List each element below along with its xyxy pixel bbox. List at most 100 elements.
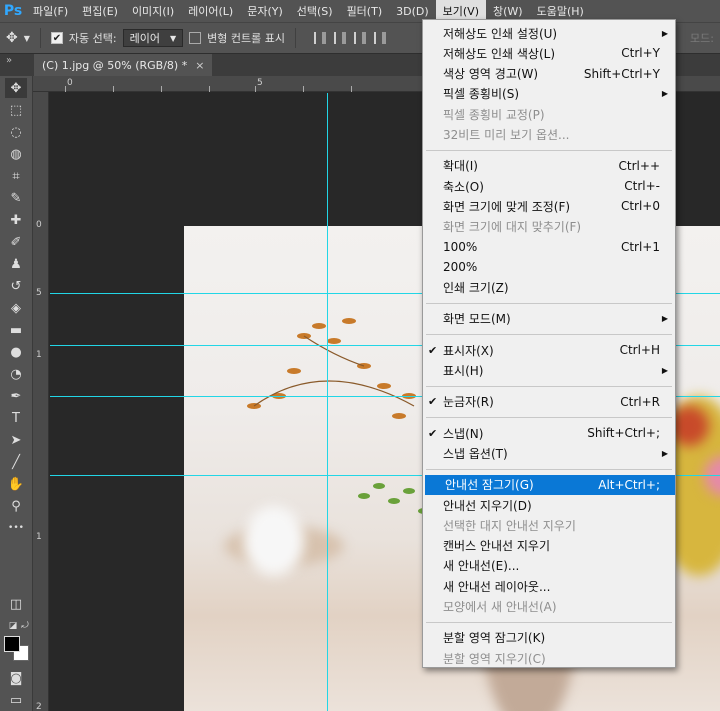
- zoom-icon[interactable]: ⚲: [5, 496, 27, 516]
- menu-item-shortcut: Ctrl+R: [620, 394, 660, 409]
- view-menu-item[interactable]: 새 안내선 레이아웃...: [423, 576, 675, 596]
- menu-separator: [426, 149, 672, 151]
- view-menu-item: 화면 크기에 대지 맞추기(F): [423, 217, 675, 237]
- menu-item-label: 색상 영역 경고(W): [443, 67, 539, 82]
- menu-item-6[interactable]: 필터(T): [340, 0, 390, 22]
- align-bottom-icon[interactable]: [353, 32, 366, 44]
- align-top-icon[interactable]: [313, 32, 326, 44]
- submenu-arrow-icon: ▶: [661, 314, 668, 324]
- screen-mode-icon[interactable]: ▭: [5, 690, 27, 710]
- auto-select-checkbox[interactable]: ✔: [50, 32, 63, 44]
- view-menu-item[interactable]: 안내선 잠그기(G) Alt+Ctrl+;: [425, 474, 675, 495]
- dodge-icon[interactable]: ◔: [5, 364, 27, 384]
- quick-mask-icon[interactable]: ◫: [5, 594, 27, 614]
- ruler-label: 5: [257, 78, 263, 88]
- menu-item-3[interactable]: 레이어(L): [181, 0, 240, 22]
- menu-item-shortcut: Ctrl+H: [619, 343, 660, 358]
- view-menu-item[interactable]: 분할 영역 잠그기(K): [423, 628, 675, 648]
- ruler-label: 0: [36, 220, 42, 230]
- view-menu-item[interactable]: ✔ 표시자(X) Ctrl+H: [423, 340, 675, 360]
- menu-item-label: 32비트 미리 보기 옵션...: [443, 128, 570, 142]
- view-menu-item[interactable]: 화면 모드(M) ▶: [423, 309, 675, 329]
- view-menu-item[interactable]: 픽셀 종횡비(S) ▶: [423, 84, 675, 104]
- align-middle-icon[interactable]: [333, 32, 346, 44]
- view-menu-item[interactable]: 저해상도 인쇄 설정(U) ▶: [423, 23, 675, 43]
- brush-icon[interactable]: ✐: [5, 232, 27, 252]
- menu-item-label: 인쇄 크기(Z): [443, 281, 509, 296]
- chevron-down-icon[interactable]: ▼: [24, 34, 30, 43]
- menu-item-5[interactable]: 선택(S): [290, 0, 340, 22]
- more-icon[interactable]: •••: [5, 518, 27, 538]
- ruler-label: 0: [67, 78, 73, 88]
- menu-item-label: 눈금자(R): [443, 395, 494, 410]
- marquee-icon[interactable]: ⬚: [5, 100, 27, 120]
- close-icon[interactable]: ×: [195, 59, 204, 72]
- menu-item-label: 스냅 옵션(T): [443, 446, 508, 461]
- chevron-down-icon: ▼: [169, 33, 177, 43]
- view-menu-item[interactable]: 축소(O) Ctrl+-: [423, 176, 675, 196]
- eraser-icon[interactable]: ◈: [5, 298, 27, 318]
- view-menu-item[interactable]: 200%: [423, 257, 675, 277]
- crop-icon[interactable]: ⌗: [5, 166, 27, 186]
- menu-item-0[interactable]: 파일(F): [26, 0, 75, 22]
- quick-select-icon[interactable]: ◍: [5, 144, 27, 164]
- view-menu-item[interactable]: 캔버스 안내선 지우기: [423, 536, 675, 556]
- view-menu-item[interactable]: 안내선 지우기(D): [423, 495, 675, 515]
- menu-item-label: 화면 크기에 맞게 조정(F): [443, 199, 571, 214]
- healing-brush-icon[interactable]: ✚: [5, 210, 27, 230]
- document-tab[interactable]: (C) 1.jpg @ 50% (RGB/8) * ×: [34, 54, 213, 76]
- gradient-icon[interactable]: ▬: [5, 320, 27, 340]
- quick-mask-mode-icon[interactable]: ◙: [5, 668, 27, 688]
- menu-item-label: 저해상도 인쇄 색상(L): [443, 46, 555, 61]
- view-menu-item[interactable]: ✔ 눈금자(R) Ctrl+R: [423, 392, 675, 412]
- pen-icon[interactable]: ✒: [5, 386, 27, 406]
- checkmark-icon: ✔: [428, 395, 438, 409]
- checkmark-icon: ✔: [428, 426, 438, 440]
- menu-item-label: 200%: [443, 260, 478, 275]
- view-menu-item[interactable]: 색상 영역 경고(W) Shift+Ctrl+Y: [423, 64, 675, 84]
- transform-controls-label: 변형 컨트롤 표시: [207, 32, 285, 45]
- blur-icon[interactable]: ●: [5, 342, 27, 362]
- history-brush-icon[interactable]: ↺: [5, 276, 27, 296]
- view-menu-item[interactable]: 스냅 옵션(T) ▶: [423, 443, 675, 463]
- view-menu-item[interactable]: 확대(I) Ctrl++: [423, 156, 675, 176]
- move-tool-preset-icon[interactable]: ✥: [6, 30, 18, 46]
- view-menu-item[interactable]: 새 안내선(E)...: [423, 556, 675, 576]
- view-menu-item[interactable]: 인쇄 크기(Z): [423, 278, 675, 298]
- view-menu-item[interactable]: 100% Ctrl+1: [423, 237, 675, 257]
- align-left-icon[interactable]: [373, 32, 386, 44]
- menu-separator: [426, 302, 672, 304]
- vertical-ruler[interactable]: 0 5 1 1 2: [33, 92, 49, 711]
- view-menu-item[interactable]: 표시(H) ▶: [423, 361, 675, 381]
- menu-separator: [426, 334, 672, 336]
- lasso-icon[interactable]: ◌: [5, 122, 27, 142]
- path-select-icon[interactable]: ➤: [5, 430, 27, 450]
- menu-item-4[interactable]: 문자(Y): [240, 0, 290, 22]
- eyedropper-icon[interactable]: ✎: [5, 188, 27, 208]
- menu-item-label: 확대(I): [443, 159, 478, 174]
- view-menu-item[interactable]: 화면 크기에 맞게 조정(F) Ctrl+0: [423, 196, 675, 216]
- view-menu-item[interactable]: 저해상도 인쇄 색상(L) Ctrl+Y: [423, 43, 675, 63]
- foreground-color-swatch[interactable]: [4, 636, 20, 652]
- guide-vertical[interactable]: [327, 93, 328, 711]
- collapse-panel-icon[interactable]: »: [6, 55, 12, 66]
- menu-item-label: 100%: [443, 240, 478, 254]
- menu-item-2[interactable]: 이미지(I): [125, 0, 181, 22]
- photoshop-window: Ps 파일(F) 편집(E) 이미지(I) 레이어(L) 문자(Y) 선택(S) 필터(T)…: [0, 0, 720, 711]
- stamp-icon[interactable]: ♟: [5, 254, 27, 274]
- auto-select-dropdown[interactable]: 레이어 ▼: [122, 29, 184, 47]
- move-icon[interactable]: ✥: [5, 78, 27, 98]
- transform-controls-checkbox[interactable]: [189, 32, 202, 44]
- hand-icon[interactable]: ✋: [5, 474, 27, 494]
- ruler-label: 1: [36, 350, 42, 360]
- type-icon[interactable]: T: [5, 408, 27, 428]
- menu-item-1[interactable]: 편집(E): [75, 0, 125, 22]
- view-menu-item[interactable]: ✔ 스냅(N) Shift+Ctrl+;: [423, 423, 675, 443]
- menu-separator: [426, 468, 672, 470]
- divider: [39, 28, 41, 48]
- document-tab-title: (C) 1.jpg @ 50% (RGB/8) *: [42, 58, 188, 72]
- menu-item-shortcut: Ctrl+-: [624, 179, 660, 194]
- line-icon[interactable]: ╱: [5, 452, 27, 472]
- menu-item-label: 표시(H): [443, 364, 484, 378]
- ruler-label: 1: [36, 532, 42, 542]
